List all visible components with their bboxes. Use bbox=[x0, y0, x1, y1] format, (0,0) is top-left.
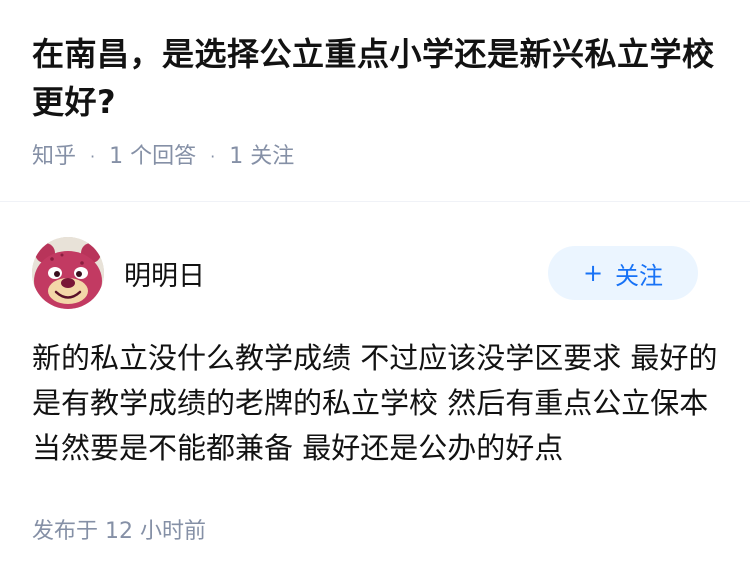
answer-count[interactable]: 1 个回答 bbox=[109, 142, 196, 172]
plus-icon: + bbox=[582, 259, 604, 287]
strawberry-bear-avatar-icon bbox=[32, 237, 104, 309]
source-label[interactable]: 知乎 bbox=[32, 142, 76, 172]
follow-button[interactable]: + 关注 bbox=[548, 246, 698, 300]
publish-time: 发布于 12 小时前 bbox=[32, 519, 206, 544]
meta-separator-dot: · bbox=[210, 147, 216, 166]
question-meta: 知乎 · 1 个回答 · 1 关注 bbox=[32, 142, 718, 172]
zhihu-page: 在南昌，是选择公立重点小学还是新兴私立学校更好? 知乎 · 1 个回答 · 1 … bbox=[0, 0, 750, 580]
author-row: 明明日 + 关注 bbox=[32, 236, 718, 310]
question-header: 在南昌，是选择公立重点小学还是新兴私立学校更好? 知乎 · 1 个回答 · 1 … bbox=[0, 0, 750, 201]
question-title[interactable]: 在南昌，是选择公立重点小学还是新兴私立学校更好? bbox=[32, 30, 718, 126]
author-name[interactable]: 明明日 bbox=[124, 254, 205, 293]
follow-count: 1 关注 bbox=[229, 144, 295, 169]
answer-card: 明明日 + 关注 新的私立没什么教学成绩 不过应该没学区要求 最好的是有教学成绩… bbox=[0, 202, 750, 545]
meta-separator-dot: · bbox=[90, 147, 96, 166]
answer-content: 新的私立没什么教学成绩 不过应该没学区要求 最好的是有教学成绩的老牌的私立学校 … bbox=[32, 341, 718, 465]
follow-button-label: 关注 bbox=[615, 261, 664, 290]
avatar[interactable] bbox=[32, 237, 104, 309]
